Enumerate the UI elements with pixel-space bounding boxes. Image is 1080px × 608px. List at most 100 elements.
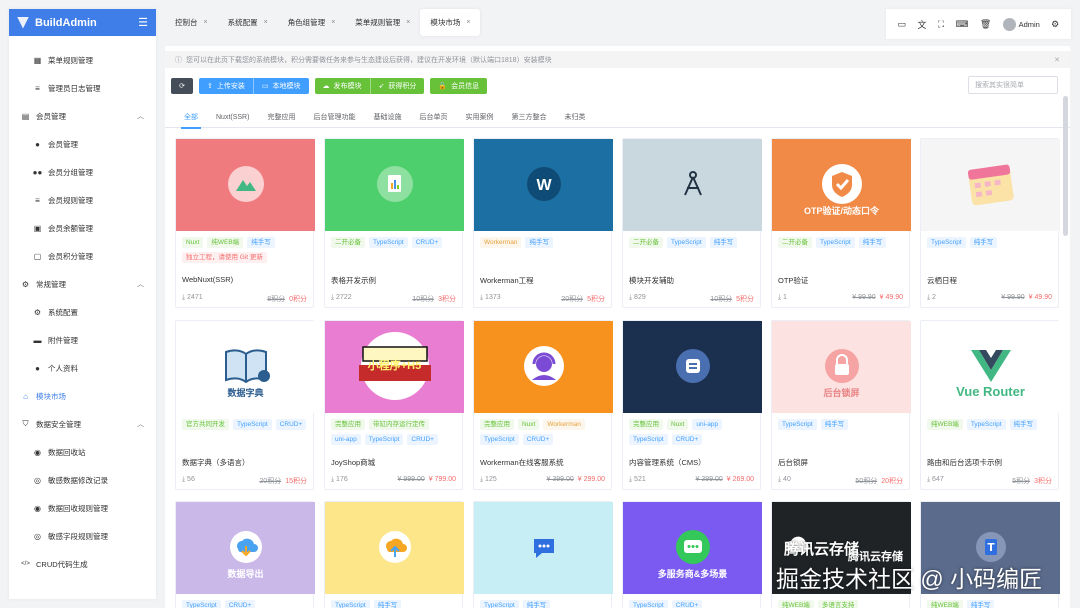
module-cover[interactable] bbox=[176, 139, 315, 231]
category-tab-3[interactable]: 后台管理功能 bbox=[304, 106, 364, 128]
local-modules-button[interactable]: ▭ 本地模块 bbox=[253, 78, 309, 94]
refresh-button[interactable]: ⟳ bbox=[171, 78, 193, 94]
module-title[interactable]: 后台锁屏 bbox=[772, 457, 814, 468]
monitor-icon[interactable]: ▭ bbox=[898, 19, 907, 30]
publish-button[interactable]: ☁ 发布模块 bbox=[314, 78, 371, 94]
module-title[interactable]: 路由和后台选项卡示例 bbox=[921, 457, 1008, 468]
category-tab-8[interactable]: 未归类 bbox=[555, 106, 594, 128]
module-cover[interactable] bbox=[325, 139, 464, 231]
module-card[interactable]: 完整应用 Nuxt Workerman TypeScript CRUD+ Workerma… bbox=[473, 320, 613, 490]
fullscreen-icon[interactable]: ⛶ bbox=[938, 19, 944, 30]
module-cover[interactable]: 小程序+H5 bbox=[325, 321, 464, 413]
menu-toggle-icon[interactable]: ☰ bbox=[138, 16, 148, 29]
sidebar-item-13[interactable]: ⛉ 数据安全管理 ︿ bbox=[9, 410, 156, 438]
sidebar-item-2[interactable]: ▤ 会员管理 ︿ bbox=[9, 102, 156, 130]
sidebar-item-4[interactable]: ●● 会员分组管理 bbox=[9, 158, 156, 186]
trash-icon[interactable]: 🗑 bbox=[980, 19, 991, 30]
module-card[interactable]: Vue Router 纯WEB端 TypeScript 纯手写 路由和后台选项卡示例 ⤓ … bbox=[920, 320, 1060, 490]
close-icon[interactable]: × bbox=[331, 19, 335, 26]
sidebar-item-17[interactable]: ◎ 敏感字段规则管理 bbox=[9, 522, 156, 550]
sidebar-item-16[interactable]: ◉ 数据回收规则管理 bbox=[9, 494, 156, 522]
tab-3[interactable]: 菜单规则管理 × bbox=[345, 9, 420, 36]
module-title[interactable]: WebNuxt(SSR) bbox=[176, 275, 239, 284]
category-tab-0[interactable]: 全部 bbox=[175, 106, 207, 129]
module-cover[interactable]: 后台锁屏 bbox=[772, 321, 911, 413]
module-cover[interactable] bbox=[921, 139, 1060, 231]
sidebar-item-10[interactable]: ▬ 附件管理 bbox=[9, 326, 156, 354]
get-points-button[interactable]: ➶ 获得积分 bbox=[370, 78, 425, 94]
settings-icon[interactable]: ⚙ bbox=[1051, 19, 1059, 30]
module-card[interactable]: TypeScript 纯手写 云栖日程 ⤓ 2 ¥ 99.90 ¥ 49.90 bbox=[920, 138, 1060, 308]
tab-0[interactable]: 控制台 × bbox=[165, 9, 218, 36]
module-cover[interactable] bbox=[474, 502, 613, 594]
module-card[interactable]: 多服务商&多场景 TypeScript CRUD+ bbox=[622, 501, 762, 608]
module-title[interactable]: 表格开发示例 bbox=[325, 275, 382, 286]
module-title[interactable]: 数据字典（多语言） bbox=[176, 457, 256, 468]
module-cover[interactable]: 数据导出 bbox=[176, 502, 315, 594]
close-icon[interactable]: × bbox=[466, 19, 470, 26]
module-cover[interactable]: Vue Router bbox=[921, 321, 1060, 413]
module-cover[interactable]: 多服务商&多场景 bbox=[623, 502, 762, 594]
tab-2[interactable]: 角色组管理 × bbox=[278, 9, 346, 36]
sidebar-item-11[interactable]: ● 个人资料 bbox=[9, 354, 156, 382]
sidebar-item-0[interactable]: ▦ 菜单规则管理 bbox=[9, 46, 156, 74]
module-cover[interactable]: 数据字典 bbox=[176, 321, 315, 413]
tab-1[interactable]: 系统配置 × bbox=[218, 9, 278, 36]
category-tab-6[interactable]: 实用案例 bbox=[456, 106, 502, 128]
module-cover[interactable] bbox=[623, 321, 762, 413]
module-card[interactable]: TypeScript 纯手写 bbox=[473, 501, 613, 608]
category-tab-5[interactable]: 后台单页 bbox=[410, 106, 456, 128]
module-title[interactable]: 模块开发辅助 bbox=[623, 275, 680, 286]
module-card[interactable]: OTP验证/动态口令 二开必备 TypeScript 纯手写 OTP验证 ⤓ 1 ¥ 99.… bbox=[771, 138, 911, 308]
sidebar-item-14[interactable]: ◉ 数据回收站 bbox=[9, 438, 156, 466]
module-title[interactable]: OTP验证 bbox=[772, 275, 814, 286]
user-menu[interactable]: Admin bbox=[1002, 17, 1040, 31]
module-card[interactable]: 数据导出 TypeScript CRUD+ bbox=[175, 501, 315, 608]
module-card[interactable]: W Workerman 纯手写 Workerman工程 ⤓ 1373 20积分 5积分 bbox=[473, 138, 613, 308]
module-card[interactable]: 数据字典 官方共同开发 TypeScript CRUD+ 数据字典（多语言） ⤓ 56 20… bbox=[175, 320, 315, 490]
upload-install-button[interactable]: ⇪ 上传安装 bbox=[199, 78, 254, 94]
module-card[interactable]: 二开必备 TypeScript CRUD+ 表格开发示例 ⤓ 2722 10积分 3积分 bbox=[324, 138, 464, 308]
close-icon[interactable]: × bbox=[406, 19, 410, 26]
module-cover[interactable] bbox=[623, 139, 762, 231]
sidebar-item-9[interactable]: ⚙ 系统配置 bbox=[9, 298, 156, 326]
sidebar-item-8[interactable]: ⚙ 常规管理 ︿ bbox=[9, 270, 156, 298]
sidebar-item-5[interactable]: ≡ 会员规则管理 bbox=[9, 186, 156, 214]
sidebar-item-1[interactable]: ≡ 管理员日志管理 bbox=[9, 74, 156, 102]
sidebar-item-12[interactable]: ⌂ 模块市场 bbox=[9, 382, 156, 410]
translate-icon[interactable]: 文 bbox=[918, 18, 927, 31]
module-card[interactable]: 完整应用 Nuxt uni-app TypeScript CRUD+ 内容管理系统（CMS… bbox=[622, 320, 762, 490]
sidebar-item-3[interactable]: ● 会员管理 bbox=[9, 130, 156, 158]
sidebar-item-15[interactable]: ◎ 敏感数据修改记录 bbox=[9, 466, 156, 494]
module-cover[interactable]: W bbox=[474, 139, 613, 231]
module-cover[interactable]: OTP验证/动态口令 bbox=[772, 139, 911, 231]
module-cover[interactable] bbox=[474, 321, 613, 413]
sidebar-item-6[interactable]: ▣ 会员余额管理 bbox=[9, 214, 156, 242]
category-tab-1[interactable]: Nuxt(SSR) bbox=[207, 106, 258, 128]
category-tab-7[interactable]: 第三方整合 bbox=[502, 106, 555, 128]
tab-4[interactable]: 模块市场 × bbox=[420, 9, 481, 36]
category-tab-4[interactable]: 基础设施 bbox=[364, 106, 410, 128]
module-title[interactable]: 内容管理系统（CMS） bbox=[623, 457, 712, 468]
module-cover[interactable] bbox=[325, 502, 464, 594]
module-title[interactable]: Workerman在线客服系统 bbox=[474, 457, 570, 468]
module-card[interactable]: Nuxt 纯WEB端 纯手写 独立工程，请使用 Git 更新 WebNuxt(SSR) ⤓… bbox=[175, 138, 315, 308]
close-icon[interactable]: × bbox=[264, 19, 268, 26]
scrollbar[interactable] bbox=[1063, 96, 1068, 236]
module-title[interactable]: Workerman工程 bbox=[474, 275, 540, 286]
module-card[interactable]: 小程序+H5 完整应用 带缸内存运行定传 uni-app TypeScript CRUD+… bbox=[324, 320, 464, 490]
close-icon[interactable]: ✕ bbox=[1054, 56, 1060, 64]
module-card[interactable]: 后台锁屏 TypeScript 纯手写 后台锁屏 ⤓ 40 50积分 20积分 bbox=[771, 320, 911, 490]
search-input[interactable] bbox=[968, 76, 1058, 94]
sidebar-item-7[interactable]: ▢ 会员积分管理 bbox=[9, 242, 156, 270]
close-icon[interactable]: × bbox=[204, 19, 208, 26]
sidebar-item-18[interactable]: </> CRUD代码生成 bbox=[9, 550, 156, 578]
module-card[interactable]: 二开必备 TypeScript 纯手写 模块开发辅助 ⤓ 829 10积分 5积分 bbox=[622, 138, 762, 308]
module-title[interactable]: JoyShop商城 bbox=[325, 457, 381, 468]
main-panel: ⓘ 您可以在此页下载您的系统模块，积分需要做任务来参与生态建设后获得，建议在开发… bbox=[165, 46, 1070, 608]
terminal-icon[interactable]: ⌨ bbox=[955, 19, 968, 30]
category-tab-2[interactable]: 完整应用 bbox=[258, 106, 304, 128]
member-info-button[interactable]: 🔒 会员信息 bbox=[430, 78, 488, 94]
module-card[interactable]: TypeScript 纯手写 bbox=[324, 501, 464, 608]
module-title[interactable]: 云栖日程 bbox=[921, 275, 963, 286]
